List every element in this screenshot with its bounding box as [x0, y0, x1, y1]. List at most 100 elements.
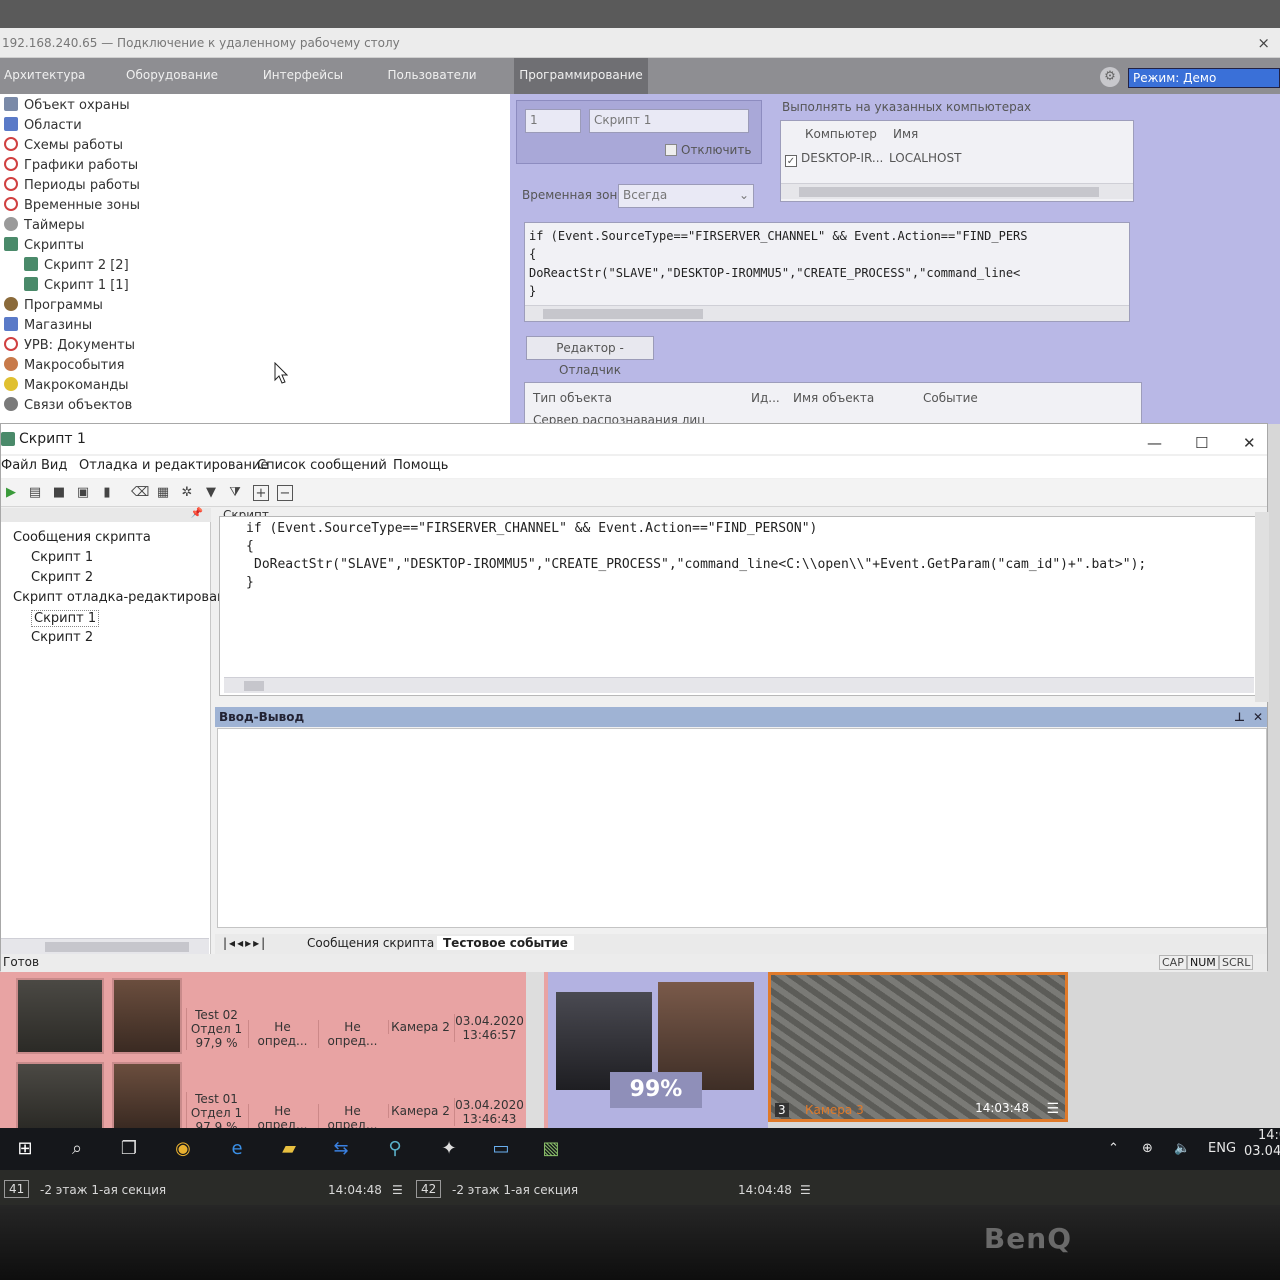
close-icon[interactable]: ×: [1257, 28, 1270, 58]
close-icon[interactable]: ✕: [1243, 428, 1256, 458]
code-editor[interactable]: if (Event.SourceType=="FIRSERVER_CHANNEL…: [219, 516, 1259, 696]
code-preview[interactable]: if (Event.SourceType=="FIRSERVER_CHANNEL…: [524, 222, 1130, 322]
menu-icon[interactable]: ☰: [1046, 1101, 1059, 1117]
search-icon[interactable]: ⌕: [62, 1135, 92, 1163]
tree-item-schemes[interactable]: Схемы работы: [4, 136, 123, 156]
monitor-icon[interactable]: ▭: [486, 1135, 516, 1163]
windows-start-icon[interactable]: ⊞: [10, 1135, 40, 1163]
timer-icon: [4, 217, 18, 231]
camera-name: Камера 3: [805, 1103, 864, 1117]
chevron-up-icon[interactable]: ⌃: [1108, 1141, 1119, 1156]
filter-multi-icon[interactable]: ⧩: [227, 485, 243, 501]
tab-interfaces[interactable]: Интерфейсы: [258, 58, 348, 94]
tree-node-script-2[interactable]: Скрипт 2: [31, 570, 93, 585]
edge-icon[interactable]: e: [222, 1135, 252, 1163]
menu-help[interactable]: Помощь: [393, 458, 448, 473]
tree-item-areas[interactable]: Области: [4, 116, 82, 136]
code-hscrollbar[interactable]: [224, 677, 1254, 693]
code-preview-scrollbar[interactable]: [525, 305, 1129, 321]
script-id-field[interactable]: 1: [525, 109, 581, 133]
event-row[interactable]: Test 02 Отдел 1 97,9 % Не опред... Не опре…: [0, 974, 530, 1054]
tree-item-scripts[interactable]: Скрипты: [4, 236, 84, 256]
tree-item-programs[interactable]: Программы: [4, 296, 103, 316]
tree-item-macro-commands[interactable]: Макрокоманды: [4, 376, 129, 396]
teamviewer-icon[interactable]: ⇆: [326, 1135, 356, 1163]
menu-view[interactable]: Вид: [41, 458, 67, 473]
tree-item-script-1[interactable]: Скрипт 1 [1]: [24, 276, 129, 296]
grid-icon[interactable]: ▦: [155, 485, 171, 501]
tree-item-periods[interactable]: Периоды работы: [4, 176, 140, 196]
app-icon[interactable]: ✦: [434, 1135, 464, 1163]
computers-row[interactable]: ✓ DESKTOP-IR...: [785, 151, 883, 167]
expand-icon[interactable]: +: [253, 485, 269, 501]
events-scrollbar[interactable]: [526, 972, 544, 1128]
stop-icon[interactable]: ▮: [99, 485, 115, 501]
filter-icon[interactable]: ▼: [203, 485, 219, 501]
tree-item-time-zones[interactable]: Временные зоны: [4, 196, 140, 216]
language-indicator[interactable]: ENG: [1208, 1141, 1236, 1156]
menu-file[interactable]: Файл: [1, 458, 37, 473]
tree-node-script-1-selected[interactable]: Скрипт 1: [31, 610, 100, 627]
tree-node-debug-edit[interactable]: Скрипт отладка-редактирование: [13, 590, 242, 605]
channel-time: 14:04:48: [328, 1183, 382, 1197]
menu-bar: Файл Вид Отладка и редактирование Список…: [1, 456, 1267, 478]
tree-node-script-1[interactable]: Скрипт 1: [31, 550, 93, 565]
camera-view[interactable]: 3 Камера 3 14:03:48 ☰: [768, 972, 1068, 1122]
volume-icon[interactable]: 🔈: [1174, 1141, 1190, 1156]
tree-item-script-2[interactable]: Скрипт 2 [2]: [24, 256, 129, 276]
timezone-select[interactable]: Всегда ⌄: [618, 184, 754, 208]
tab-equipment[interactable]: Оборудование: [122, 58, 222, 94]
code-vscrollbar[interactable]: [1255, 512, 1269, 702]
menu-debug-edit[interactable]: Отладка и редактирование: [79, 458, 268, 473]
disable-checkbox[interactable]: Отключить: [665, 143, 751, 157]
tree-item-shops[interactable]: Магазины: [4, 316, 92, 336]
maximize-icon[interactable]: ☐: [1195, 428, 1208, 458]
tree-node-messages[interactable]: Сообщения скрипта: [13, 530, 151, 545]
erase-icon[interactable]: ⌫: [131, 485, 149, 501]
tools-icon[interactable]: ✲: [179, 485, 195, 501]
network-icon[interactable]: ⊕: [1142, 1141, 1153, 1156]
computers-scrollbar[interactable]: [781, 183, 1133, 199]
tab-script-messages[interactable]: Сообщения скрипта: [307, 936, 434, 950]
clock-time[interactable]: 14:0: [1258, 1128, 1280, 1143]
close-icon[interactable]: ✕: [1253, 707, 1263, 727]
task-view-icon[interactable]: ❐: [114, 1135, 144, 1163]
tree-node-script-2b[interactable]: Скрипт 2: [31, 630, 93, 645]
tree-item-macro-events[interactable]: Макрособытия: [4, 356, 124, 376]
document-icon[interactable]: ▣: [75, 485, 91, 501]
pin-icon[interactable]: 📌: [191, 508, 203, 519]
gear-icon[interactable]: ⚙: [1100, 67, 1120, 87]
folder-icon[interactable]: ▰: [274, 1135, 304, 1163]
channel-time: 14:04:48: [738, 1183, 792, 1197]
tab-nav-arrows[interactable]: |◂◂▸▸|: [223, 936, 267, 950]
io-output-area[interactable]: [217, 728, 1267, 928]
minimize-icon[interactable]: —: [1147, 428, 1162, 458]
rdp-title-bar: 192.168.240.65 — Подключение к удаленном…: [0, 28, 1280, 58]
tree-item-schedules[interactable]: Графики работы: [4, 156, 138, 176]
tree-item-security-object[interactable]: Объект охраны: [4, 96, 130, 116]
menu-messages[interactable]: Список сообщений: [257, 458, 387, 473]
menu-icon[interactable]: ☰: [800, 1183, 811, 1197]
mode-selector[interactable]: Режим: Демо: [1128, 68, 1280, 88]
chrome-icon[interactable]: ◉: [168, 1135, 198, 1163]
editor-debugger-button[interactable]: Редактор - Отладчик: [526, 336, 654, 377]
script-name-field[interactable]: Скрипт 1: [589, 109, 749, 133]
event-row[interactable]: Test 01 Отдел 1 97,9 % Не опред... Не опре…: [0, 1058, 530, 1138]
compile-icon[interactable]: ▤: [27, 485, 43, 501]
menu-icon[interactable]: ☰: [392, 1183, 403, 1197]
clock-date[interactable]: 03.04.2: [1244, 1144, 1280, 1159]
magnifier-icon[interactable]: ⚲: [380, 1135, 410, 1163]
pin-icon[interactable]: ⊥: [1234, 707, 1245, 727]
script-app-icon[interactable]: ▧: [536, 1135, 566, 1163]
tab-users[interactable]: Пользователи: [384, 58, 480, 94]
run-icon[interactable]: ▶: [3, 485, 19, 501]
tab-architecture[interactable]: Архитектура: [4, 58, 85, 94]
tree-item-object-links[interactable]: Связи объектов: [4, 396, 132, 416]
tab-programming[interactable]: Программирование: [514, 58, 648, 94]
tab-test-event[interactable]: Тестовое событие: [437, 936, 574, 950]
save-icon[interactable]: ■: [51, 485, 67, 501]
tree-item-timers[interactable]: Таймеры: [4, 216, 85, 236]
tree-item-urv-documents[interactable]: УРВ: Документы: [4, 336, 135, 356]
tree-scrollbar[interactable]: [1, 938, 209, 954]
collapse-icon[interactable]: −: [277, 485, 293, 501]
